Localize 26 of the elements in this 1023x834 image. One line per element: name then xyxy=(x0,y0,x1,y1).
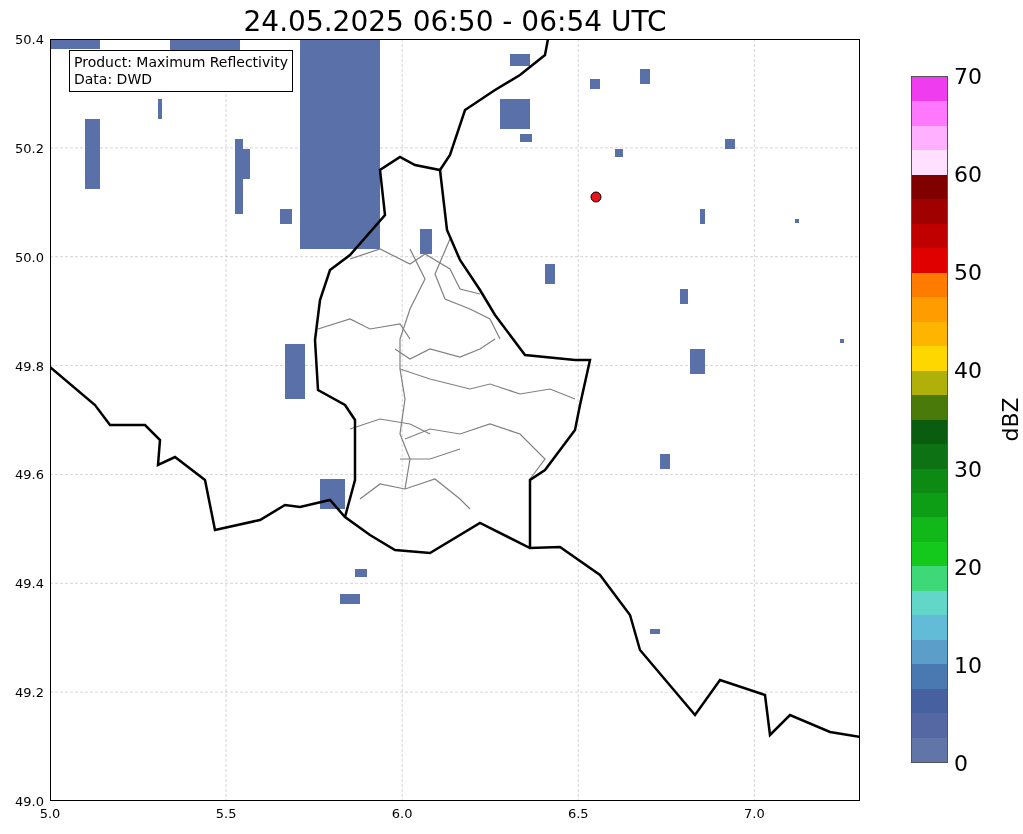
location-marker xyxy=(590,191,602,203)
x-tick-label: 7.0 xyxy=(744,806,765,821)
colorbar-tick-label: 30 xyxy=(954,456,982,482)
y-tick-label: 50.4 xyxy=(15,31,44,47)
y-tick-label: 49.4 xyxy=(15,575,44,591)
y-tick-label: 50.2 xyxy=(15,140,44,156)
legend-text: Data: DWD xyxy=(74,71,153,88)
y-tick-label: 49.0 xyxy=(15,793,44,809)
chart-title: 24.05.2025 06:50 - 06:54 UTC xyxy=(242,4,668,39)
colorbar-tick-label: 40 xyxy=(954,357,982,383)
x-tick-label: 5.5 xyxy=(215,806,237,821)
colorbar-label: dBZ xyxy=(997,397,1023,442)
x-tick-label: 5.0 xyxy=(39,806,61,821)
colorbar-tick-label: 60 xyxy=(954,161,982,187)
colorbar-tick-label: 10 xyxy=(954,652,982,678)
legend-text: Product: Maximum Reflectivity xyxy=(74,54,288,71)
y-tick-label: 49.8 xyxy=(15,358,44,374)
y-tick-label: 50.0 xyxy=(15,249,44,265)
colorbar-tick-label: 70 xyxy=(954,63,982,89)
x-tick-label: 6.0 xyxy=(391,806,413,821)
x-tick-label: 6.5 xyxy=(567,806,589,821)
colorbar-tick-label: 50 xyxy=(954,259,982,285)
y-tick-label: 49.2 xyxy=(15,684,44,700)
colorbar-tick-label: 20 xyxy=(954,554,982,580)
colorbar-tick-label: 0 xyxy=(954,750,968,776)
y-tick-label: 49.6 xyxy=(15,466,44,482)
